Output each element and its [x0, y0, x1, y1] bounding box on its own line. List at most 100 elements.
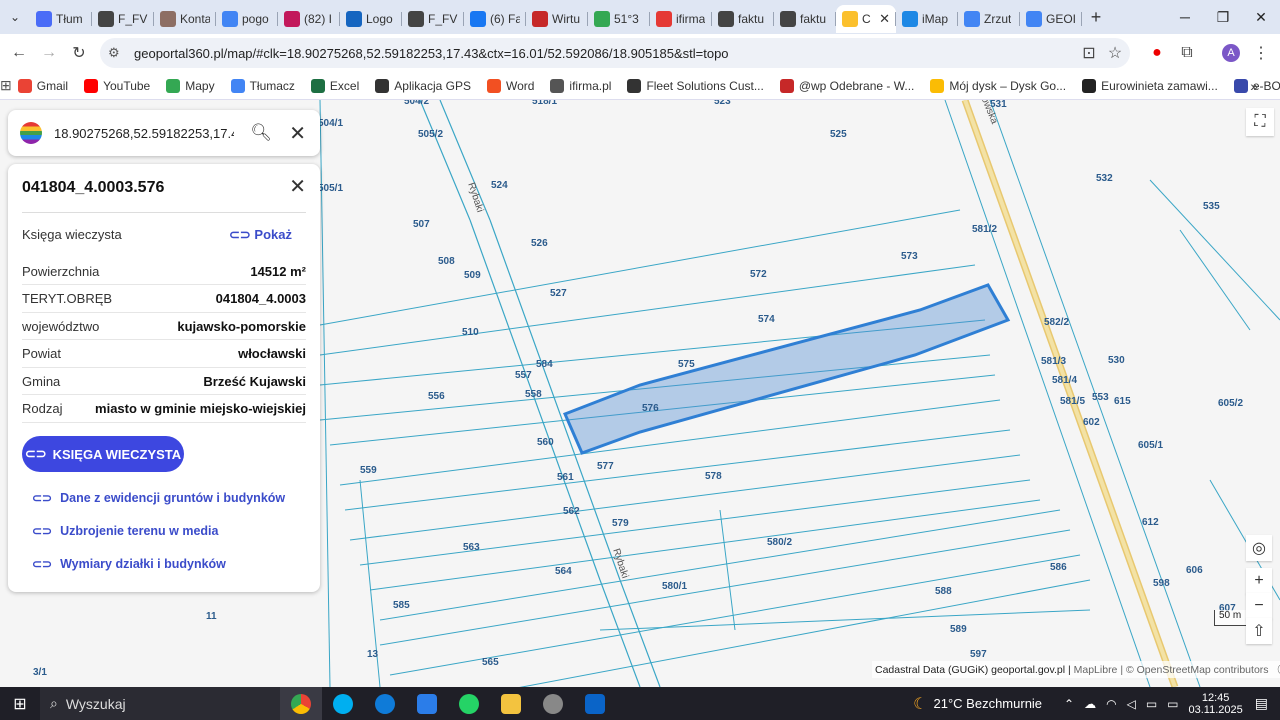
settings-taskbar-icon[interactable]	[532, 687, 574, 720]
bookmark-item[interactable]: Mapy	[166, 78, 215, 93]
bookmark-item[interactable]: Excel	[310, 78, 359, 93]
parcel-link[interactable]: ⊂⊃ Dane z ewidencji gruntów i budynków	[32, 491, 285, 505]
browser-tab[interactable]: faktu	[774, 5, 836, 33]
browser-tab[interactable]: faktu	[712, 5, 774, 33]
bookmark-item[interactable]: Fleet Solutions Cust...	[627, 78, 764, 93]
browser-tab[interactable]: pogo	[216, 5, 278, 33]
attribution-maplibre[interactable]: MapLibre	[1074, 664, 1118, 676]
extensions-icon[interactable]: ⧉	[1172, 38, 1202, 68]
maximize-button[interactable]: ❐	[1204, 0, 1242, 34]
bookmark-item[interactable]: @wp Odebrane - W...	[779, 78, 914, 93]
browser-tab[interactable]: (82) I	[278, 5, 340, 33]
bookmark-item[interactable]: Mój dysk – Dysk Go...	[930, 78, 1067, 93]
more-bookmarks-icon[interactable]: »	[1250, 78, 1258, 94]
search-icon[interactable]: 🔍︎	[250, 123, 272, 143]
tab-favicon-icon	[964, 11, 980, 27]
menu-kebab-icon[interactable]: ⋮	[1246, 38, 1276, 68]
browser-tab[interactable]: (6) Fa	[464, 5, 526, 33]
parcel-number-label: 589	[950, 624, 967, 635]
forward-button[interactable]: →	[34, 38, 64, 68]
bookmark-item[interactable]: Word	[486, 78, 534, 93]
fullscreen-button[interactable]: ⛶	[1246, 108, 1274, 136]
outlook-taskbar-icon[interactable]	[574, 687, 616, 720]
opera-extension-icon[interactable]: ●	[1142, 38, 1172, 68]
browser-tab[interactable]: Tłum	[30, 5, 92, 33]
taskbar-search[interactable]: ⌕ Wyszukaj	[40, 687, 280, 720]
browser-tab[interactable]: F_FVI	[92, 5, 154, 33]
tray-chevron-icon[interactable]: ⌃	[1064, 697, 1074, 711]
weather-text[interactable]: 21°C Bezchmurnie	[934, 696, 1043, 711]
bookmark-item[interactable]: YouTube	[84, 78, 150, 93]
back-button[interactable]: ←	[4, 38, 34, 68]
show-land-register-link[interactable]: ⊂⊃ Pokaż	[229, 227, 292, 243]
avatar[interactable]: A	[1216, 38, 1246, 68]
bookmark-star-icon[interactable]: ☆	[1100, 38, 1130, 68]
attribution-osm[interactable]: | © OpenStreetMap contributors	[1120, 664, 1268, 676]
browser-tab[interactable]: 51°3	[588, 5, 650, 33]
windows-taskbar: ⊞ ⌕ Wyszukaj ☾ 21°C Bezchmurnie ⌃ ☁ ◠ ◁ ▭…	[0, 687, 1280, 720]
new-tab-button[interactable]: +	[1082, 7, 1110, 28]
apps-grid-icon[interactable]: ⊞	[0, 77, 12, 94]
skype-taskbar-icon[interactable]	[322, 687, 364, 720]
store-taskbar-icon[interactable]	[406, 687, 448, 720]
land-register-button[interactable]: ⊂⊃ KSIĘGA WIECZYSTA	[22, 436, 184, 472]
browser-tab[interactable]: ifirma	[650, 5, 712, 33]
bookmark-item[interactable]: Gmail	[17, 78, 68, 93]
bookmark-label: Tłumacz	[249, 78, 295, 93]
bookmark-item[interactable]: Eurowinieta zamawi...	[1082, 78, 1218, 93]
windows-start-icon[interactable]: ⊞	[0, 687, 40, 720]
bookmark-favicon-icon	[375, 78, 390, 93]
main-road	[963, 100, 1177, 687]
tab-strip: ⌄ Tłum F_FVI Konta pogo (82) I Logo F_FVI (6) F…	[0, 0, 1280, 34]
tab-title: F_FVI	[118, 12, 148, 26]
tab-favicon-icon	[656, 11, 672, 27]
whatsapp-taskbar-icon[interactable]	[448, 687, 490, 720]
tab-search-chevron-icon[interactable]: ⌄	[0, 0, 30, 34]
parcel-id-title: 041804_4.0003.576	[22, 179, 165, 196]
browser-tab[interactable]: Konta	[154, 5, 216, 33]
tab-title: Tłum	[56, 12, 83, 26]
parcel-number-label: 605/2	[1218, 398, 1244, 409]
parcel-number-label: 525	[830, 129, 847, 140]
address-bar[interactable]: ⚙ geoportal360.pl/map/#clk=18.90275268,5…	[100, 38, 1130, 68]
reset-bearing-button[interactable]: ⇧	[1246, 618, 1272, 644]
edge-taskbar-icon[interactable]	[364, 687, 406, 720]
bookmark-item[interactable]: Aplikacja GPS	[375, 78, 471, 93]
wifi-icon[interactable]: ◠	[1106, 697, 1116, 711]
browser-tab[interactable]: GEOI	[1020, 5, 1082, 33]
close-tab-icon[interactable]: ✕	[879, 11, 890, 27]
browser-tab[interactable]: F_FVI	[402, 5, 464, 33]
browser-tab[interactable]: Wirtu	[526, 5, 588, 33]
site-info-icon[interactable]: ⚙	[108, 45, 128, 61]
land-register-button-label: KSIĘGA WIECZYSTA	[52, 446, 182, 462]
url-text[interactable]: geoportal360.pl/map/#clk=18.90275268,52.…	[134, 46, 729, 61]
zoom-out-button[interactable]: −	[1246, 593, 1272, 619]
minimize-button[interactable]: ─	[1166, 0, 1204, 34]
browser-tab[interactable]: Logo	[340, 5, 402, 33]
parcel-link[interactable]: ⊂⊃ Wymiary działki i budynków	[32, 557, 226, 571]
explorer-taskbar-icon[interactable]	[490, 687, 532, 720]
bookmark-item[interactable]: ifirma.pl	[550, 78, 611, 93]
chrome-taskbar-icon[interactable]	[280, 687, 322, 720]
browser-tab[interactable]: C ✕	[836, 5, 896, 33]
display-icon[interactable]: ▭	[1146, 697, 1157, 711]
browser-tab[interactable]: Zrzut	[958, 5, 1020, 33]
browser-tab[interactable]: iMap	[896, 5, 958, 33]
locate-button[interactable]: ◎	[1246, 535, 1272, 561]
clock[interactable]: 12:45 03.11.2025	[1189, 692, 1243, 716]
land-register-label: Księga wieczysta	[22, 227, 122, 242]
battery-icon[interactable]: ▭	[1167, 697, 1178, 711]
close-window-button[interactable]: ✕	[1242, 0, 1280, 34]
close-panel-icon[interactable]: ✕	[289, 174, 306, 199]
parcel-link[interactable]: ⊂⊃ Uzbrojenie terenu w media	[32, 524, 218, 538]
parcel-boundary	[359, 479, 1031, 566]
zoom-in-button[interactable]: +	[1246, 568, 1272, 594]
notifications-icon[interactable]: ▤	[1255, 695, 1268, 712]
volume-icon[interactable]: ◁	[1127, 697, 1136, 711]
bookmark-item[interactable]: Tłumacz	[230, 78, 295, 93]
bookmark-label: Mój dysk – Dysk Go...	[949, 78, 1067, 93]
cloud-icon[interactable]: ☁	[1084, 697, 1096, 711]
reload-button[interactable]: ↻	[64, 38, 94, 68]
close-search-icon[interactable]: ✕	[289, 121, 306, 146]
coordinate-search-input[interactable]	[54, 125, 234, 141]
